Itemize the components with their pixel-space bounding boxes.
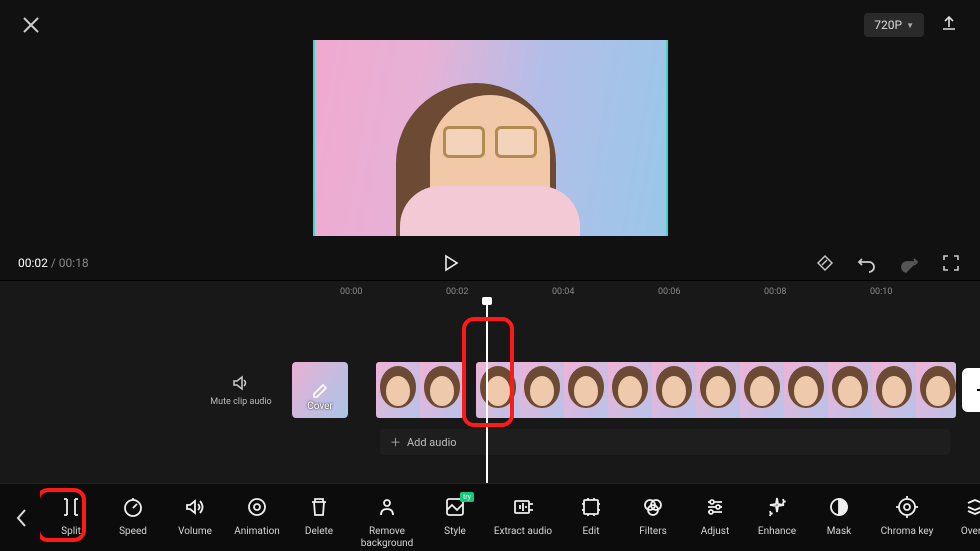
export-button[interactable] <box>936 12 962 38</box>
bottom-toolbar: Split Speed Volume Animation Delete Remove ba… <box>0 483 980 551</box>
tool-filters[interactable]: Filters <box>622 494 684 538</box>
tool-edit[interactable]: Edit <box>560 494 622 538</box>
tool-enhance[interactable]: Enhance <box>746 494 808 538</box>
tool-split[interactable]: Split <box>40 494 102 538</box>
tool-volume[interactable]: Volume <box>164 494 226 538</box>
tool-style[interactable]: Style try <box>424 494 486 538</box>
volume-icon <box>182 494 208 520</box>
current-time: 00:02 <box>18 256 48 270</box>
ruler-mark: 00:08 <box>764 287 870 297</box>
animation-icon <box>244 494 270 520</box>
tool-label: Animation <box>234 526 280 538</box>
clip-segment-2[interactable]: ▶ 13.5s <box>476 362 956 418</box>
highlight-playhead <box>462 317 514 427</box>
undo-button[interactable] <box>856 252 878 274</box>
remove-bg-icon <box>374 494 400 520</box>
tool-label: Mask <box>827 526 851 538</box>
tool-mask[interactable]: Mask <box>808 494 870 538</box>
mute-label: Mute clip audio <box>210 397 271 408</box>
fullscreen-button[interactable] <box>940 252 962 274</box>
resolution-label: 720P <box>874 18 902 32</box>
tool-chroma-key[interactable]: Chroma key <box>870 494 944 538</box>
chroma-key-icon <box>894 494 920 520</box>
time-display: 00:02 / 00:18 <box>18 256 89 270</box>
tool-label: Chroma key <box>881 526 934 538</box>
back-button[interactable] <box>4 488 40 548</box>
ruler-mark: 00:02 <box>446 287 552 297</box>
edit-icon <box>578 494 604 520</box>
mask-icon <box>826 494 852 520</box>
cover-button[interactable]: Cover <box>292 362 348 418</box>
resolution-dropdown[interactable]: 720P ▼ <box>864 13 924 37</box>
tool-label: Enhance <box>758 526 796 538</box>
overlay-icon <box>962 494 980 520</box>
ruler-mark: 00:00 <box>340 287 446 297</box>
play-button[interactable] <box>436 248 466 278</box>
timeline[interactable]: 00:00 00:02 00:04 00:06 00:08 00:10 Mute… <box>0 280 980 483</box>
chevron-down-icon: ▼ <box>906 21 914 30</box>
delete-icon <box>306 494 332 520</box>
tool-label: Style <box>444 526 466 538</box>
tool-overlay[interactable]: Overla <box>944 494 980 538</box>
add-audio-label: Add audio <box>407 436 457 449</box>
tool-label: Speed <box>119 526 147 538</box>
preview-area <box>0 36 980 240</box>
close-button[interactable] <box>18 12 44 38</box>
tool-label: Extract audio <box>494 526 552 538</box>
add-clip-button[interactable] <box>962 368 980 412</box>
try-badge: try <box>460 492 474 502</box>
speed-icon <box>120 494 146 520</box>
total-time: 00:18 <box>59 256 89 270</box>
ruler-mark: 00:04 <box>552 287 658 297</box>
keyframe-icon[interactable] <box>814 252 836 274</box>
tool-remove-bg[interactable]: Remove background <box>350 494 424 549</box>
extract-audio-icon <box>510 494 536 520</box>
clip-segment-1[interactable] <box>376 362 464 418</box>
tool-extract-audio[interactable]: Extract audio <box>486 494 560 538</box>
add-audio-button[interactable]: ＋ Add audio <box>380 429 950 455</box>
tool-label: Overla <box>961 526 980 538</box>
tool-label: Remove background <box>350 526 424 549</box>
highlight-split-tool <box>40 488 86 542</box>
tool-label: Adjust <box>701 526 730 538</box>
cover-label: Cover <box>307 401 333 412</box>
tool-animation[interactable]: Animation <box>226 494 288 538</box>
ruler-mark: 00:10 <box>870 287 976 297</box>
plus-icon: ＋ <box>390 434 401 450</box>
tool-label: Volume <box>178 526 212 538</box>
enhance-icon <box>764 494 790 520</box>
adjust-icon <box>702 494 728 520</box>
tool-delete[interactable]: Delete <box>288 494 350 538</box>
tool-adjust[interactable]: Adjust <box>684 494 746 538</box>
tool-label: Edit <box>583 526 600 538</box>
tool-label: Filters <box>639 526 667 538</box>
redo-button[interactable] <box>898 252 920 274</box>
filters-icon <box>640 494 666 520</box>
video-preview[interactable] <box>313 40 668 236</box>
ruler-mark: 00:06 <box>658 287 764 297</box>
mute-clip-audio-button[interactable]: Mute clip audio <box>200 373 282 408</box>
tool-label: Delete <box>305 526 333 538</box>
tool-speed[interactable]: Speed <box>102 494 164 538</box>
